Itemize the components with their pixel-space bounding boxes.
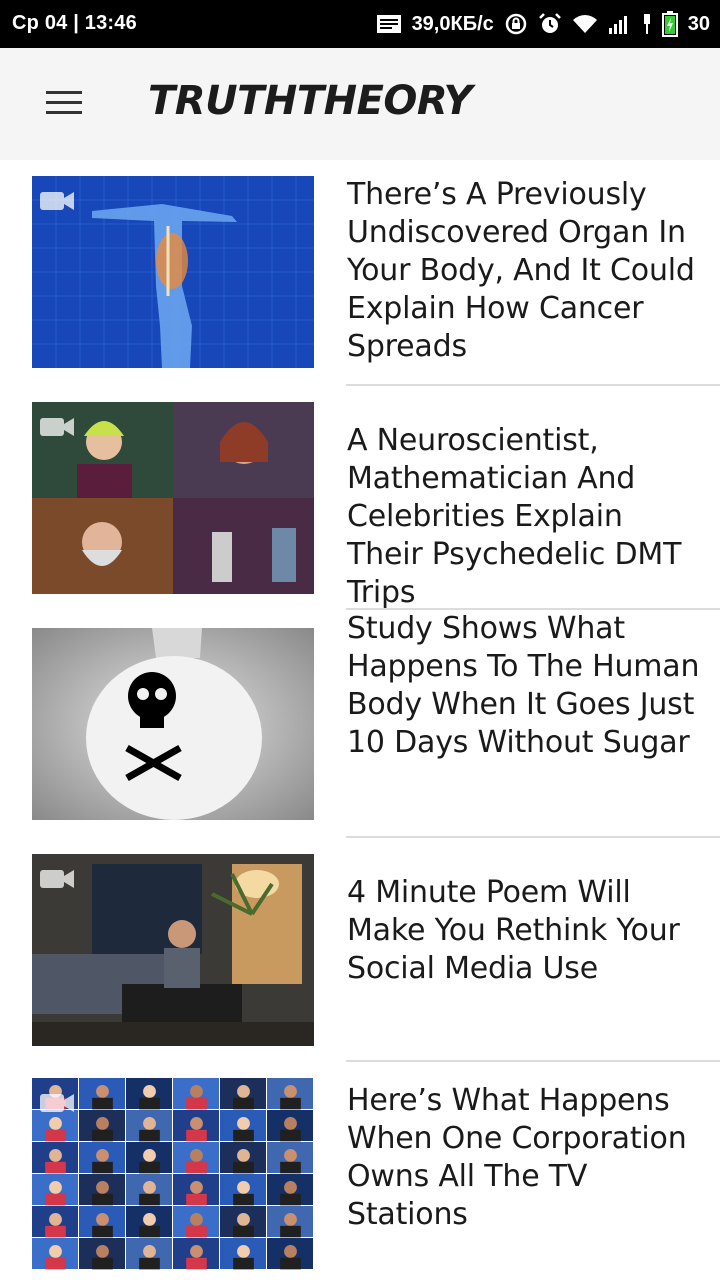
article-thumbnail[interactable] xyxy=(32,854,314,1046)
article-item[interactable]: Here’s What Happens When One Corporation… xyxy=(0,1062,720,1280)
article-thumbnail[interactable] xyxy=(32,628,314,820)
article-item[interactable]: There’s A Previously Undiscovered Organ … xyxy=(0,160,720,386)
app-logo[interactable]: TRUTHTHEORY xyxy=(148,78,473,124)
video-camera-icon xyxy=(40,416,76,438)
battery-level: 30 xyxy=(687,12,710,35)
status-time: Ср 04 | 13:46 xyxy=(12,12,137,34)
video-camera-icon xyxy=(40,1092,76,1114)
wifi-icon xyxy=(572,14,598,34)
notification-icon xyxy=(376,14,402,34)
article-title[interactable]: Here’s What Happens When One Corporation… xyxy=(347,1082,707,1234)
article-title[interactable]: Study Shows What Happens To The Human Bo… xyxy=(347,610,707,762)
menu-button[interactable] xyxy=(40,82,88,122)
status-icons: 39,0КБ/с 30 xyxy=(376,8,710,40)
article-item[interactable]: Study Shows What Happens To The Human Bo… xyxy=(0,610,720,838)
rotation-lock-icon xyxy=(504,12,528,36)
article-thumbnail[interactable] xyxy=(32,1078,314,1270)
hamburger-line xyxy=(46,110,82,114)
article-item[interactable]: 4 Minute Poem Will Make You Rethink Your… xyxy=(0,838,720,1062)
video-camera-icon xyxy=(40,868,76,890)
article-thumbnail[interactable] xyxy=(32,176,314,368)
article-title[interactable]: A Neuroscientist, Mathematician And Cele… xyxy=(347,422,707,612)
article-title[interactable]: 4 Minute Poem Will Make You Rethink Your… xyxy=(347,874,707,988)
article-title[interactable]: There’s A Previously Undiscovered Organ … xyxy=(347,176,707,366)
network-speed: 39,0КБ/с xyxy=(411,12,494,35)
app-bar: TRUTHTHEORY xyxy=(0,48,720,160)
hamburger-line xyxy=(46,90,82,94)
alarm-icon xyxy=(538,12,562,36)
signal-icon xyxy=(608,13,632,35)
battery-icon xyxy=(661,11,678,37)
charging-plug-icon xyxy=(642,12,652,36)
status-bar: Ср 04 | 13:46 39,0КБ/с 30 xyxy=(0,0,720,48)
article-item[interactable]: A Neuroscientist, Mathematician And Cele… xyxy=(0,386,720,610)
article-thumbnail[interactable] xyxy=(32,402,314,594)
video-camera-icon xyxy=(40,190,76,212)
hamburger-line xyxy=(46,100,82,104)
